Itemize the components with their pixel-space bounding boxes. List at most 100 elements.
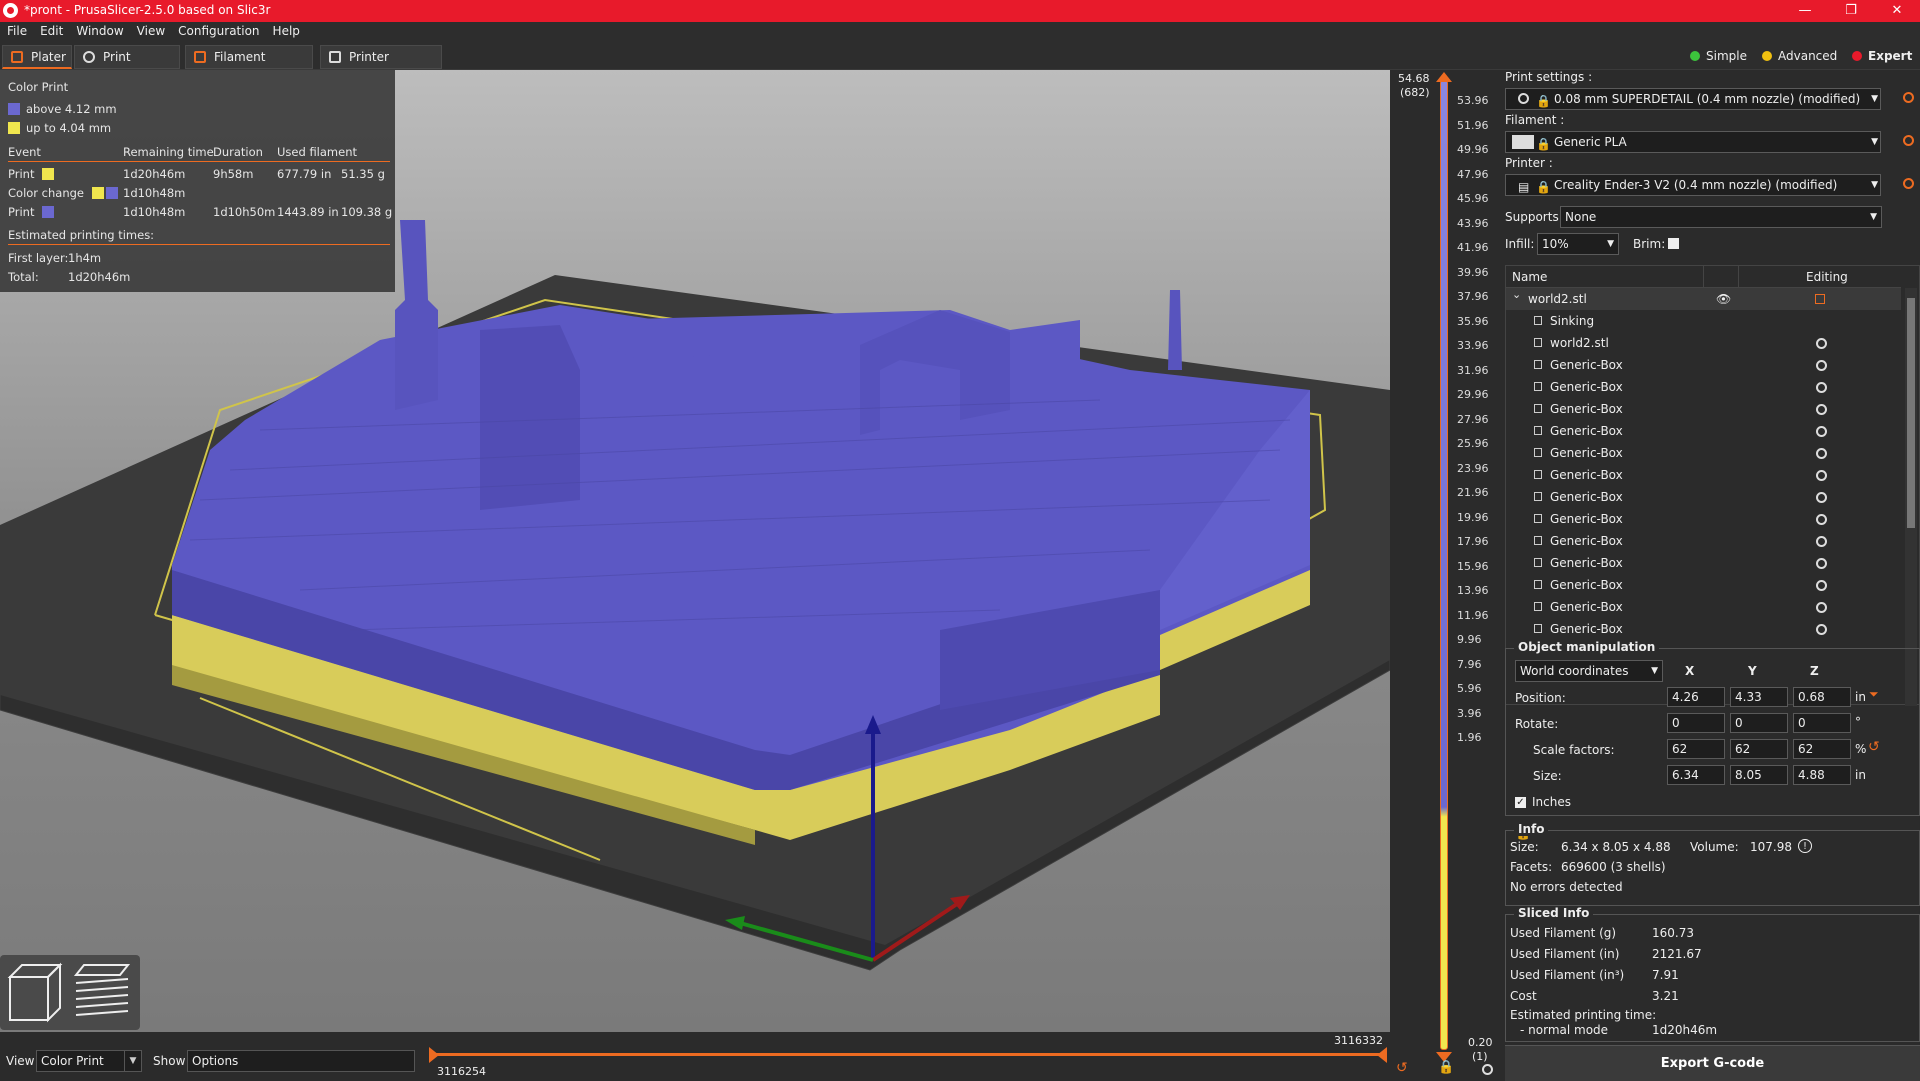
lock-icon[interactable]: 🔒 [1438,1060,1454,1075]
view-type-select[interactable]: Color Print ▼ [36,1050,142,1072]
volume-icon [1534,404,1542,413]
settings-gear-icon[interactable] [1816,382,1827,393]
menu-configuration[interactable]: Configuration [171,22,265,38]
maximize-icon[interactable]: ❐ [1828,0,1874,22]
scale-x-input[interactable]: 62 [1667,739,1725,759]
mode-simple[interactable]: Simple [1686,47,1747,65]
settings-gear-icon[interactable] [1816,448,1827,459]
edit-object-icon[interactable] [1815,294,1825,304]
volume-row[interactable]: Generic-Box [1506,420,1901,442]
scale-z-input[interactable]: 62 [1793,739,1851,759]
settings-gear-icon[interactable] [1816,536,1827,547]
inches-checkbox[interactable]: ✓ [1515,797,1526,808]
menu-file[interactable]: File [0,22,33,38]
tab-filament-settings[interactable]: Filament Settings [185,45,313,86]
rotate-x-input[interactable]: 0 [1667,713,1725,733]
settings-gear-icon[interactable] [1816,404,1827,415]
infill-select[interactable]: 10% ▼ [1537,233,1619,255]
volume-row[interactable]: Generic-Box [1506,376,1901,398]
settings-gear-icon[interactable] [1816,558,1827,569]
vslider-upper-thumb[interactable] [1436,72,1452,82]
printer-edit-icon[interactable] [1903,178,1914,189]
settings-gear-icon[interactable] [1816,338,1827,349]
column-editing[interactable]: Editing [1806,270,1848,284]
rotate-z-input[interactable]: 0 [1793,713,1851,733]
brim-label: Brim: [1633,237,1666,251]
vslider-track[interactable] [1440,80,1448,1050]
menu-view[interactable]: View [130,22,171,38]
sliced-info-value: 7.91 [1652,968,1679,982]
info-warning-icon[interactable]: ! [1798,839,1812,853]
horizontal-slider-track[interactable] [434,1053,1382,1056]
bottom-bar: View Color Print ▼ Show Options 3116332 3… [0,1032,1390,1080]
tab-plater[interactable]: Plater [2,45,72,69]
tab-print-settings[interactable]: Print Settings [74,45,180,86]
mode-advanced[interactable]: Advanced [1758,47,1837,65]
volume-row[interactable]: Generic-Box [1506,486,1901,508]
minimize-icon[interactable]: — [1782,0,1828,22]
volume-row[interactable]: Generic-Box [1506,442,1901,464]
reset-scale-icon[interactable]: ↺ [1868,739,1880,755]
volume-row[interactable]: world2.stl [1506,332,1901,354]
vslider-tick-label: 35.96 [1457,314,1489,328]
volume-row[interactable]: Generic-Box [1506,618,1901,640]
size-x-input[interactable]: 6.34 [1667,765,1725,785]
menu-bar: File Edit Window View Configuration Help [0,22,1920,42]
settings-gear-icon[interactable] [1816,426,1827,437]
volume-row[interactable]: Sinking [1506,310,1901,332]
position-x-input[interactable]: 4.26 [1667,687,1725,707]
size-z-input[interactable]: 4.88 [1793,765,1851,785]
settings-gear-icon[interactable] [1816,602,1827,613]
visibility-eye-icon[interactable]: 👁 [1716,288,1731,310]
coordinates-select[interactable]: World coordinates ▼ [1515,660,1663,682]
object-row[interactable]: ⌄ world2.stl 👁 [1506,288,1901,310]
filament-color-swatch[interactable] [1512,135,1534,149]
print-settings-edit-icon[interactable] [1903,92,1914,103]
menu-help[interactable]: Help [266,22,306,38]
settings-gear-icon[interactable] [1816,492,1827,503]
settings-gear-icon[interactable] [1816,470,1827,481]
filament-edit-icon[interactable] [1903,135,1914,146]
column-name[interactable]: Name [1512,270,1547,284]
volume-row[interactable]: Generic-Box [1506,596,1901,618]
settings-gear-icon[interactable] [1816,580,1827,591]
volume-row[interactable]: Generic-Box [1506,530,1901,552]
drop-to-bed-icon[interactable]: ⏷ [1869,687,1879,702]
volume-row[interactable]: Generic-Box [1506,398,1901,420]
supports-select[interactable]: None ▼ [1560,206,1882,228]
volume-row[interactable]: Generic-Box [1506,464,1901,486]
menu-window[interactable]: Window [69,22,129,38]
undo-arrow-icon[interactable]: ↺ [1396,1060,1408,1076]
settings-gear-icon[interactable] [1816,360,1827,371]
menu-edit[interactable]: Edit [33,22,69,38]
hslider-upper-thumb[interactable] [1377,1047,1387,1063]
position-z-input[interactable]: 0.68 [1793,687,1851,707]
object-list-scrollbar[interactable] [1905,288,1917,706]
size-y-input[interactable]: 8.05 [1730,765,1788,785]
position-y-input[interactable]: 4.33 [1730,687,1788,707]
hslider-lower-thumb[interactable] [429,1047,439,1063]
position-label: Position: [1515,691,1566,705]
cog-icon[interactable] [1482,1064,1493,1075]
print-settings-select[interactable]: 🔒 0.08 mm SUPERDETAIL (0.4 mm nozzle) (mo… [1505,88,1881,110]
tab-printer-settings[interactable]: Printer Settings [320,45,442,86]
volume-row[interactable]: Generic-Box [1506,574,1901,596]
volume-row[interactable]: Generic-Box [1506,552,1901,574]
vslider-tick-label: 49.96 [1457,143,1489,156]
scale-y-input[interactable]: 62 [1730,739,1788,759]
settings-gear-icon[interactable] [1816,624,1827,635]
volume-row[interactable]: Generic-Box [1506,354,1901,376]
export-gcode-button[interactable]: Export G-code [1505,1045,1920,1081]
scrollbar-thumb[interactable] [1907,298,1915,528]
settings-gear-icon[interactable] [1816,514,1827,525]
mode-expert[interactable]: Expert [1848,47,1912,65]
rotate-y-input[interactable]: 0 [1730,713,1788,733]
volume-row[interactable]: Generic-Box [1506,508,1901,530]
show-options-select[interactable]: Options [187,1050,415,1072]
info-errors: No errors detected [1510,880,1623,894]
filament-select[interactable]: 🔒 Generic PLA ▼ [1505,131,1881,153]
brim-checkbox[interactable] [1668,238,1679,249]
volume-icon [1534,558,1542,567]
printer-select[interactable]: ▤ 🔒 Creality Ender-3 V2 (0.4 mm nozzle) (m… [1505,174,1881,196]
close-icon[interactable]: ✕ [1874,0,1920,22]
